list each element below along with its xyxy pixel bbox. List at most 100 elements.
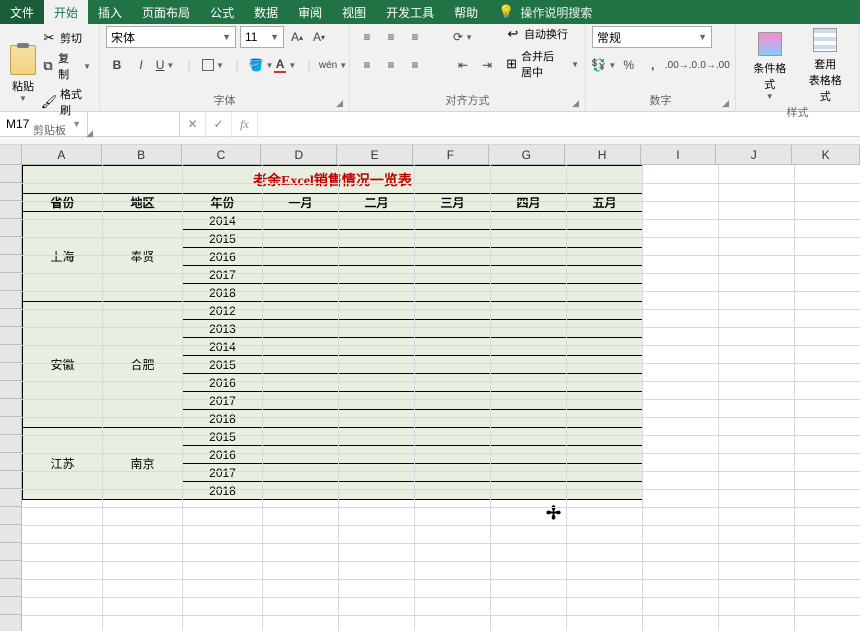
shrink-font-button[interactable]: A▾ — [310, 26, 328, 48]
align-center-button[interactable]: ≡ — [380, 54, 402, 76]
phonetic-button[interactable]: wén▼ — [322, 54, 344, 76]
row-header[interactable] — [0, 327, 21, 345]
col-header[interactable]: D — [261, 145, 337, 164]
align-middle-button[interactable]: ≡ — [380, 26, 402, 48]
tab-review[interactable]: 审阅 — [288, 0, 332, 24]
fx-icon: fx — [240, 117, 249, 132]
decrease-decimal-button[interactable]: .0→.00 — [698, 54, 729, 76]
row-header[interactable] — [0, 219, 21, 237]
row-header[interactable] — [0, 201, 21, 219]
copy-button[interactable]: ⧉复制▼ — [42, 50, 91, 82]
number-format-combo[interactable]: 常规▼ — [592, 26, 712, 48]
col-header[interactable]: J — [716, 145, 792, 164]
comma-button[interactable]: , — [642, 54, 664, 76]
underline-button[interactable]: U▼ — [154, 54, 176, 76]
col-header[interactable]: H — [565, 145, 641, 164]
font-size-combo[interactable]: 11▼ — [240, 26, 284, 48]
number-launcher-icon[interactable]: ◢ — [722, 98, 729, 109]
col-header[interactable]: F — [413, 145, 489, 164]
tab-data[interactable]: 数据 — [244, 0, 288, 24]
row-header[interactable] — [0, 579, 21, 597]
col-header[interactable]: A — [22, 145, 102, 164]
data-table[interactable]: 老余Excel销售情况一览表省份地区年份一月二月三月四月五月上海奉贤201420… — [22, 165, 643, 500]
group-label-number: 数字 — [650, 95, 672, 107]
clipboard-launcher-icon[interactable]: ◢ — [86, 128, 93, 139]
tab-formulas[interactable]: 公式 — [200, 0, 244, 24]
row-header[interactable] — [0, 561, 21, 579]
row-header[interactable] — [0, 453, 21, 471]
percent-button[interactable]: % — [618, 54, 640, 76]
row-header[interactable] — [0, 183, 21, 201]
border-button[interactable]: ▼ — [202, 54, 224, 76]
row-header[interactable] — [0, 309, 21, 327]
row-header[interactable] — [0, 399, 21, 417]
row-header[interactable] — [0, 345, 21, 363]
currency-icon: 💱 — [591, 58, 606, 72]
font-color-icon: A — [274, 57, 287, 73]
col-header[interactable]: B — [102, 145, 182, 164]
row-header[interactable] — [0, 525, 21, 543]
row-header[interactable] — [0, 507, 21, 525]
tab-view[interactable]: 视图 — [332, 0, 376, 24]
row-header[interactable] — [0, 165, 21, 183]
row-header[interactable] — [0, 417, 21, 435]
row-header[interactable] — [0, 291, 21, 309]
format-as-table-button[interactable]: 套用表格格式 — [798, 26, 854, 104]
col-header[interactable]: G — [489, 145, 565, 164]
insert-function-button[interactable]: fx — [232, 112, 258, 137]
table-style-icon — [811, 26, 839, 54]
fill-color-button[interactable]: 🪣▼ — [250, 54, 272, 76]
row-header[interactable] — [0, 381, 21, 399]
enter-formula-button[interactable]: ✓ — [206, 112, 232, 137]
group-label-clipboard: 剪贴板 — [33, 125, 66, 137]
row-header[interactable] — [0, 615, 21, 631]
paste-button[interactable]: 粘贴 ▼ — [6, 26, 40, 122]
align-right-button[interactable]: ≡ — [404, 54, 426, 76]
col-header[interactable]: I — [641, 145, 717, 164]
worksheet-grid[interactable]: A B C D E F G H I J K 老余Excel销售情况一览表省份地区… — [0, 145, 860, 631]
grow-font-button[interactable]: A▴ — [288, 26, 306, 48]
font-color-button[interactable]: A▼ — [274, 54, 296, 76]
row-header[interactable] — [0, 363, 21, 381]
decrease-indent-button[interactable]: ⇤ — [452, 54, 474, 76]
tab-dev[interactable]: 开发工具 — [376, 0, 444, 24]
row-header[interactable] — [0, 255, 21, 273]
italic-button[interactable]: I — [130, 54, 152, 76]
merge-center-button[interactable]: ⊞合并后居中▼ — [506, 48, 579, 80]
col-header[interactable]: E — [337, 145, 413, 164]
row-header[interactable] — [0, 489, 21, 507]
tab-file[interactable]: 文件 — [0, 0, 44, 24]
col-header[interactable]: C — [182, 145, 262, 164]
wrap-text-button[interactable]: ↩自动换行 — [506, 26, 579, 42]
group-label-align: 对齐方式 — [446, 95, 490, 107]
conditional-format-button[interactable]: 条件格式 ▼ — [742, 26, 798, 104]
tab-home[interactable]: 开始 — [44, 0, 88, 24]
align-left-button[interactable]: ≡ — [356, 54, 378, 76]
row-header[interactable] — [0, 543, 21, 561]
row-header[interactable] — [0, 471, 21, 489]
accounting-format-button[interactable]: 💱▼ — [592, 54, 616, 76]
align-launcher-icon[interactable]: ◢ — [572, 98, 579, 109]
align-bottom-button[interactable]: ≡ — [404, 26, 426, 48]
increase-decimal-button[interactable]: .00→.0 — [666, 54, 697, 76]
font-name-combo[interactable]: 宋体▼ — [106, 26, 236, 48]
row-header[interactable] — [0, 273, 21, 291]
row-header[interactable] — [0, 597, 21, 615]
bold-button[interactable]: B — [106, 54, 128, 76]
row-header[interactable] — [0, 237, 21, 255]
col-header[interactable]: K — [792, 145, 860, 164]
bucket-icon: 🪣 — [249, 58, 264, 72]
group-label-font: 字体 — [214, 95, 236, 107]
row-header[interactable] — [0, 435, 21, 453]
select-all-corner[interactable] — [0, 145, 22, 164]
tab-layout[interactable]: 页面布局 — [132, 0, 200, 24]
orientation-button[interactable]: ⟳▼ — [452, 26, 474, 48]
align-top-button[interactable]: ≡ — [356, 26, 378, 48]
font-launcher-icon[interactable]: ◢ — [336, 98, 343, 109]
tab-insert[interactable]: 插入 — [88, 0, 132, 24]
increase-indent-button[interactable]: ⇥ — [476, 54, 498, 76]
cancel-formula-button[interactable]: ✕ — [180, 112, 206, 137]
tell-me-search[interactable]: 操作说明搜索 — [520, 4, 592, 21]
cut-button[interactable]: ✂剪切 — [42, 30, 91, 46]
tab-help[interactable]: 帮助 — [444, 0, 488, 24]
